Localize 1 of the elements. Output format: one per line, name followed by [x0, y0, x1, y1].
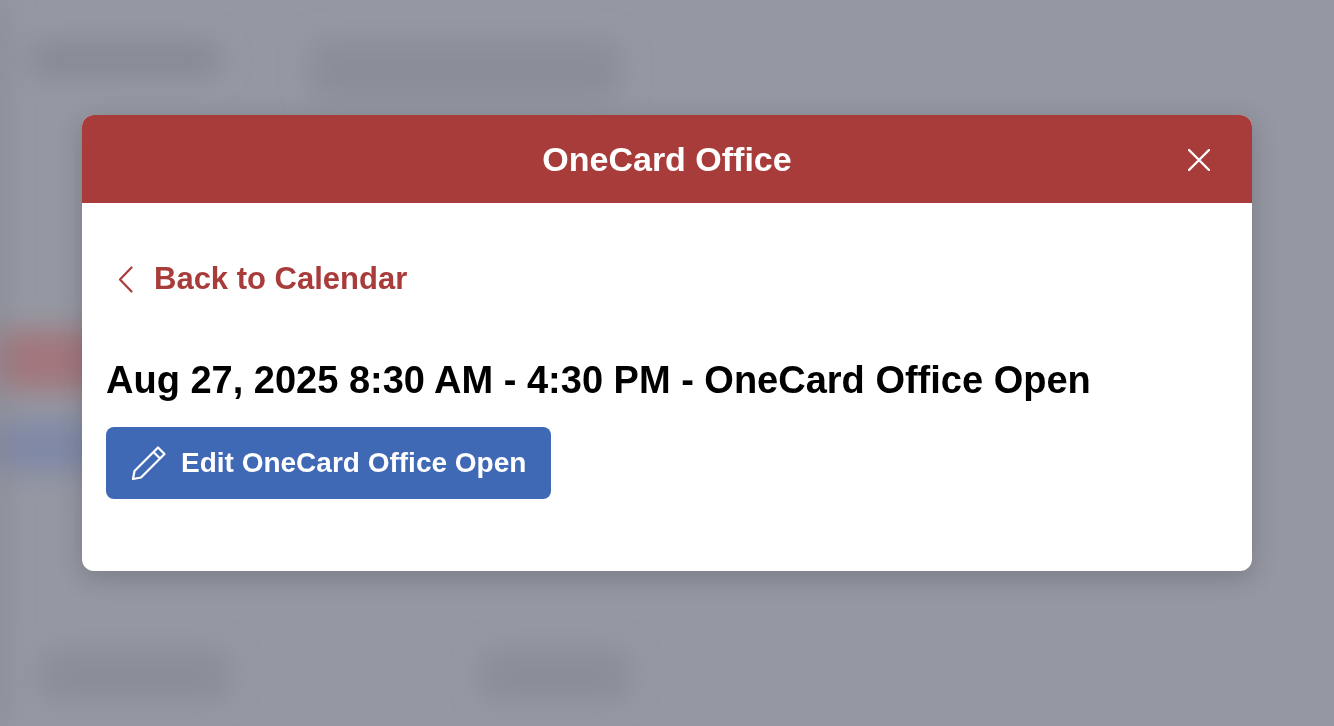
close-icon	[1188, 149, 1210, 171]
